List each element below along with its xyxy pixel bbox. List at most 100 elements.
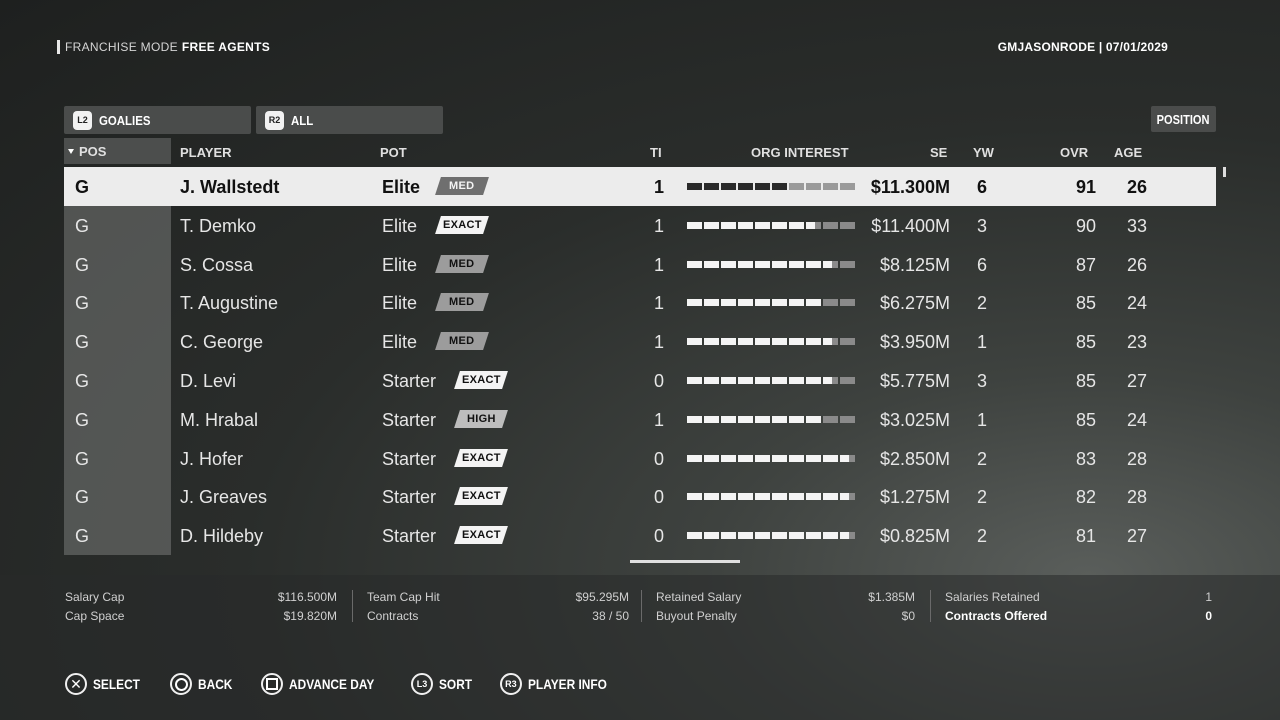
column-pot[interactable]: POT: [380, 145, 407, 160]
interest-segment: [772, 221, 787, 229]
salaries-retained-value: 1: [1205, 590, 1212, 604]
interest-segment: [789, 221, 804, 229]
row-se: $0.825M: [879, 526, 950, 547]
interest-segment: [772, 493, 787, 501]
breadcrumb: FRANCHISE MODE FREE AGENTS: [57, 40, 270, 54]
column-ovr[interactable]: OVR: [1060, 145, 1088, 160]
r2-button-icon: R2: [265, 110, 284, 130]
table-row[interactable]: G D. Levi Starter EXACT 0 $5.775M 3 85 2…: [64, 360, 1216, 400]
row-pos: G: [75, 215, 90, 236]
org-interest-meter: [687, 493, 855, 501]
row-se: $2.850M: [879, 448, 950, 469]
horizontal-scrollbar[interactable]: [630, 560, 740, 563]
table-row[interactable]: G J. Wallstedt Elite MED 1 $11.300M 6 91…: [64, 167, 1216, 206]
interest-segment: [789, 415, 804, 423]
interest-segment: [755, 376, 770, 384]
advance-day-prompt[interactable]: ADVANCE DAY: [260, 673, 389, 695]
table-row[interactable]: G T. Demko Elite EXACT 1 $11.400M 3 90 3…: [64, 205, 1216, 245]
scouting-tag: EXACT: [454, 448, 508, 467]
interest-segment: [704, 415, 719, 423]
scouting-tag-label: MED: [449, 257, 475, 270]
table-row[interactable]: G T. Augustine Elite MED 1 $6.275M 2 85 …: [64, 283, 1216, 323]
scouting-tag: EXACT: [454, 370, 508, 389]
row-pot: Starter: [382, 526, 437, 547]
table-row[interactable]: G C. George Elite MED 1 $3.950M 1 85 23: [64, 322, 1216, 361]
row-pos: G: [75, 293, 90, 314]
column-org-interest[interactable]: ORG INTEREST: [751, 145, 849, 160]
column-ti[interactable]: TI: [650, 145, 662, 160]
table-row[interactable]: G S. Cossa Elite MED 1 $8.125M 6 87 26: [64, 244, 1216, 284]
interest-segment: [772, 454, 787, 462]
scouting-tag: HIGH: [454, 409, 508, 428]
row-yw: 1: [977, 332, 988, 353]
row-se: $8.125M: [879, 254, 950, 275]
interest-segment: [704, 338, 719, 346]
interest-segment: [721, 493, 736, 501]
table-row[interactable]: G D. Hildeby Starter EXACT 0 $0.825M 2 8…: [64, 516, 1216, 555]
row-age: 23: [1126, 332, 1147, 353]
square-button-icon: [260, 673, 283, 695]
row-player: C. George: [180, 332, 264, 353]
org-interest-meter: [687, 183, 855, 190]
row-se: $1.275M: [879, 487, 950, 508]
vertical-scrollbar[interactable]: [1223, 167, 1226, 177]
filter-label: ALL: [291, 112, 314, 128]
column-se[interactable]: SE: [930, 145, 947, 160]
interest-segment: [823, 454, 838, 462]
filter-label: GOALIES: [99, 112, 151, 128]
column-pos-label: POS: [79, 143, 107, 159]
row-pot: Elite: [382, 215, 418, 236]
row-player: J. Greaves: [180, 487, 268, 508]
row-pot: Elite: [382, 254, 418, 275]
scouting-tag: EXACT: [435, 215, 489, 234]
scouting-tag-label: HIGH: [466, 412, 496, 425]
select-prompt[interactable]: ✕ SELECT: [65, 673, 148, 695]
filter-goalies[interactable]: L2 GOALIES: [64, 106, 251, 134]
position-button[interactable]: POSITION: [1151, 106, 1216, 132]
interest-segment: [738, 376, 753, 384]
interest-segment: [704, 221, 719, 229]
row-age: 26: [1126, 177, 1147, 197]
interest-segment: [806, 415, 821, 423]
interest-segment: [738, 183, 753, 190]
row-se: $3.950M: [879, 332, 950, 353]
column-player[interactable]: PLAYER: [180, 145, 232, 160]
table-row[interactable]: G J. Greaves Starter EXACT 0 $1.275M 2 8…: [64, 477, 1216, 517]
player-info-prompt[interactable]: R3 PLAYER INFO: [499, 673, 621, 695]
column-age[interactable]: AGE: [1114, 145, 1142, 160]
scouting-tag-label: EXACT: [461, 529, 501, 542]
salaries-retained-label: Salaries Retained: [945, 590, 1040, 604]
l2-button-icon: L2: [73, 110, 92, 130]
interest-segment: [789, 338, 804, 346]
org-interest-meter: [687, 532, 855, 540]
interest-segment: [687, 221, 702, 229]
row-se: $11.300M: [870, 177, 950, 197]
sort-prompt[interactable]: L3 SORT: [411, 673, 478, 695]
interest-segment: [789, 376, 804, 384]
filter-all[interactable]: R2 ALL: [256, 106, 443, 134]
column-yw[interactable]: YW: [973, 145, 994, 160]
row-yw: 3: [977, 370, 988, 391]
row-ovr: 85: [1075, 409, 1096, 430]
footer-divider: [352, 590, 353, 622]
interest-segment: [772, 532, 787, 540]
row-player: J. Hofer: [180, 448, 244, 469]
row-age: 27: [1126, 370, 1147, 391]
row-ti: 1: [653, 177, 664, 197]
column-pos[interactable]: POS: [64, 138, 171, 164]
table-row[interactable]: G J. Hofer Starter EXACT 0 $2.850M 2 83 …: [64, 438, 1216, 478]
interest-segment: [721, 299, 736, 307]
row-age: 24: [1126, 409, 1147, 430]
table-row[interactable]: G M. Hrabal Starter HIGH 1 $3.025M 1 85 …: [64, 399, 1216, 439]
interest-segment: [772, 376, 787, 384]
back-prompt[interactable]: BACK: [170, 673, 238, 695]
interest-segment: [789, 299, 804, 307]
interest-segment: [755, 454, 770, 462]
row-ti: 0: [653, 487, 664, 508]
button-prompts: ✕ SELECT BACK ADVANCE DAY L3 SORT R3 PLA…: [65, 673, 643, 695]
row-ovr: 83: [1075, 448, 1096, 469]
screen-title: FREE AGENTS: [181, 40, 271, 54]
interest-segment: [772, 338, 787, 346]
interest-segment: [687, 376, 702, 384]
cross-button-icon: ✕: [65, 673, 87, 695]
